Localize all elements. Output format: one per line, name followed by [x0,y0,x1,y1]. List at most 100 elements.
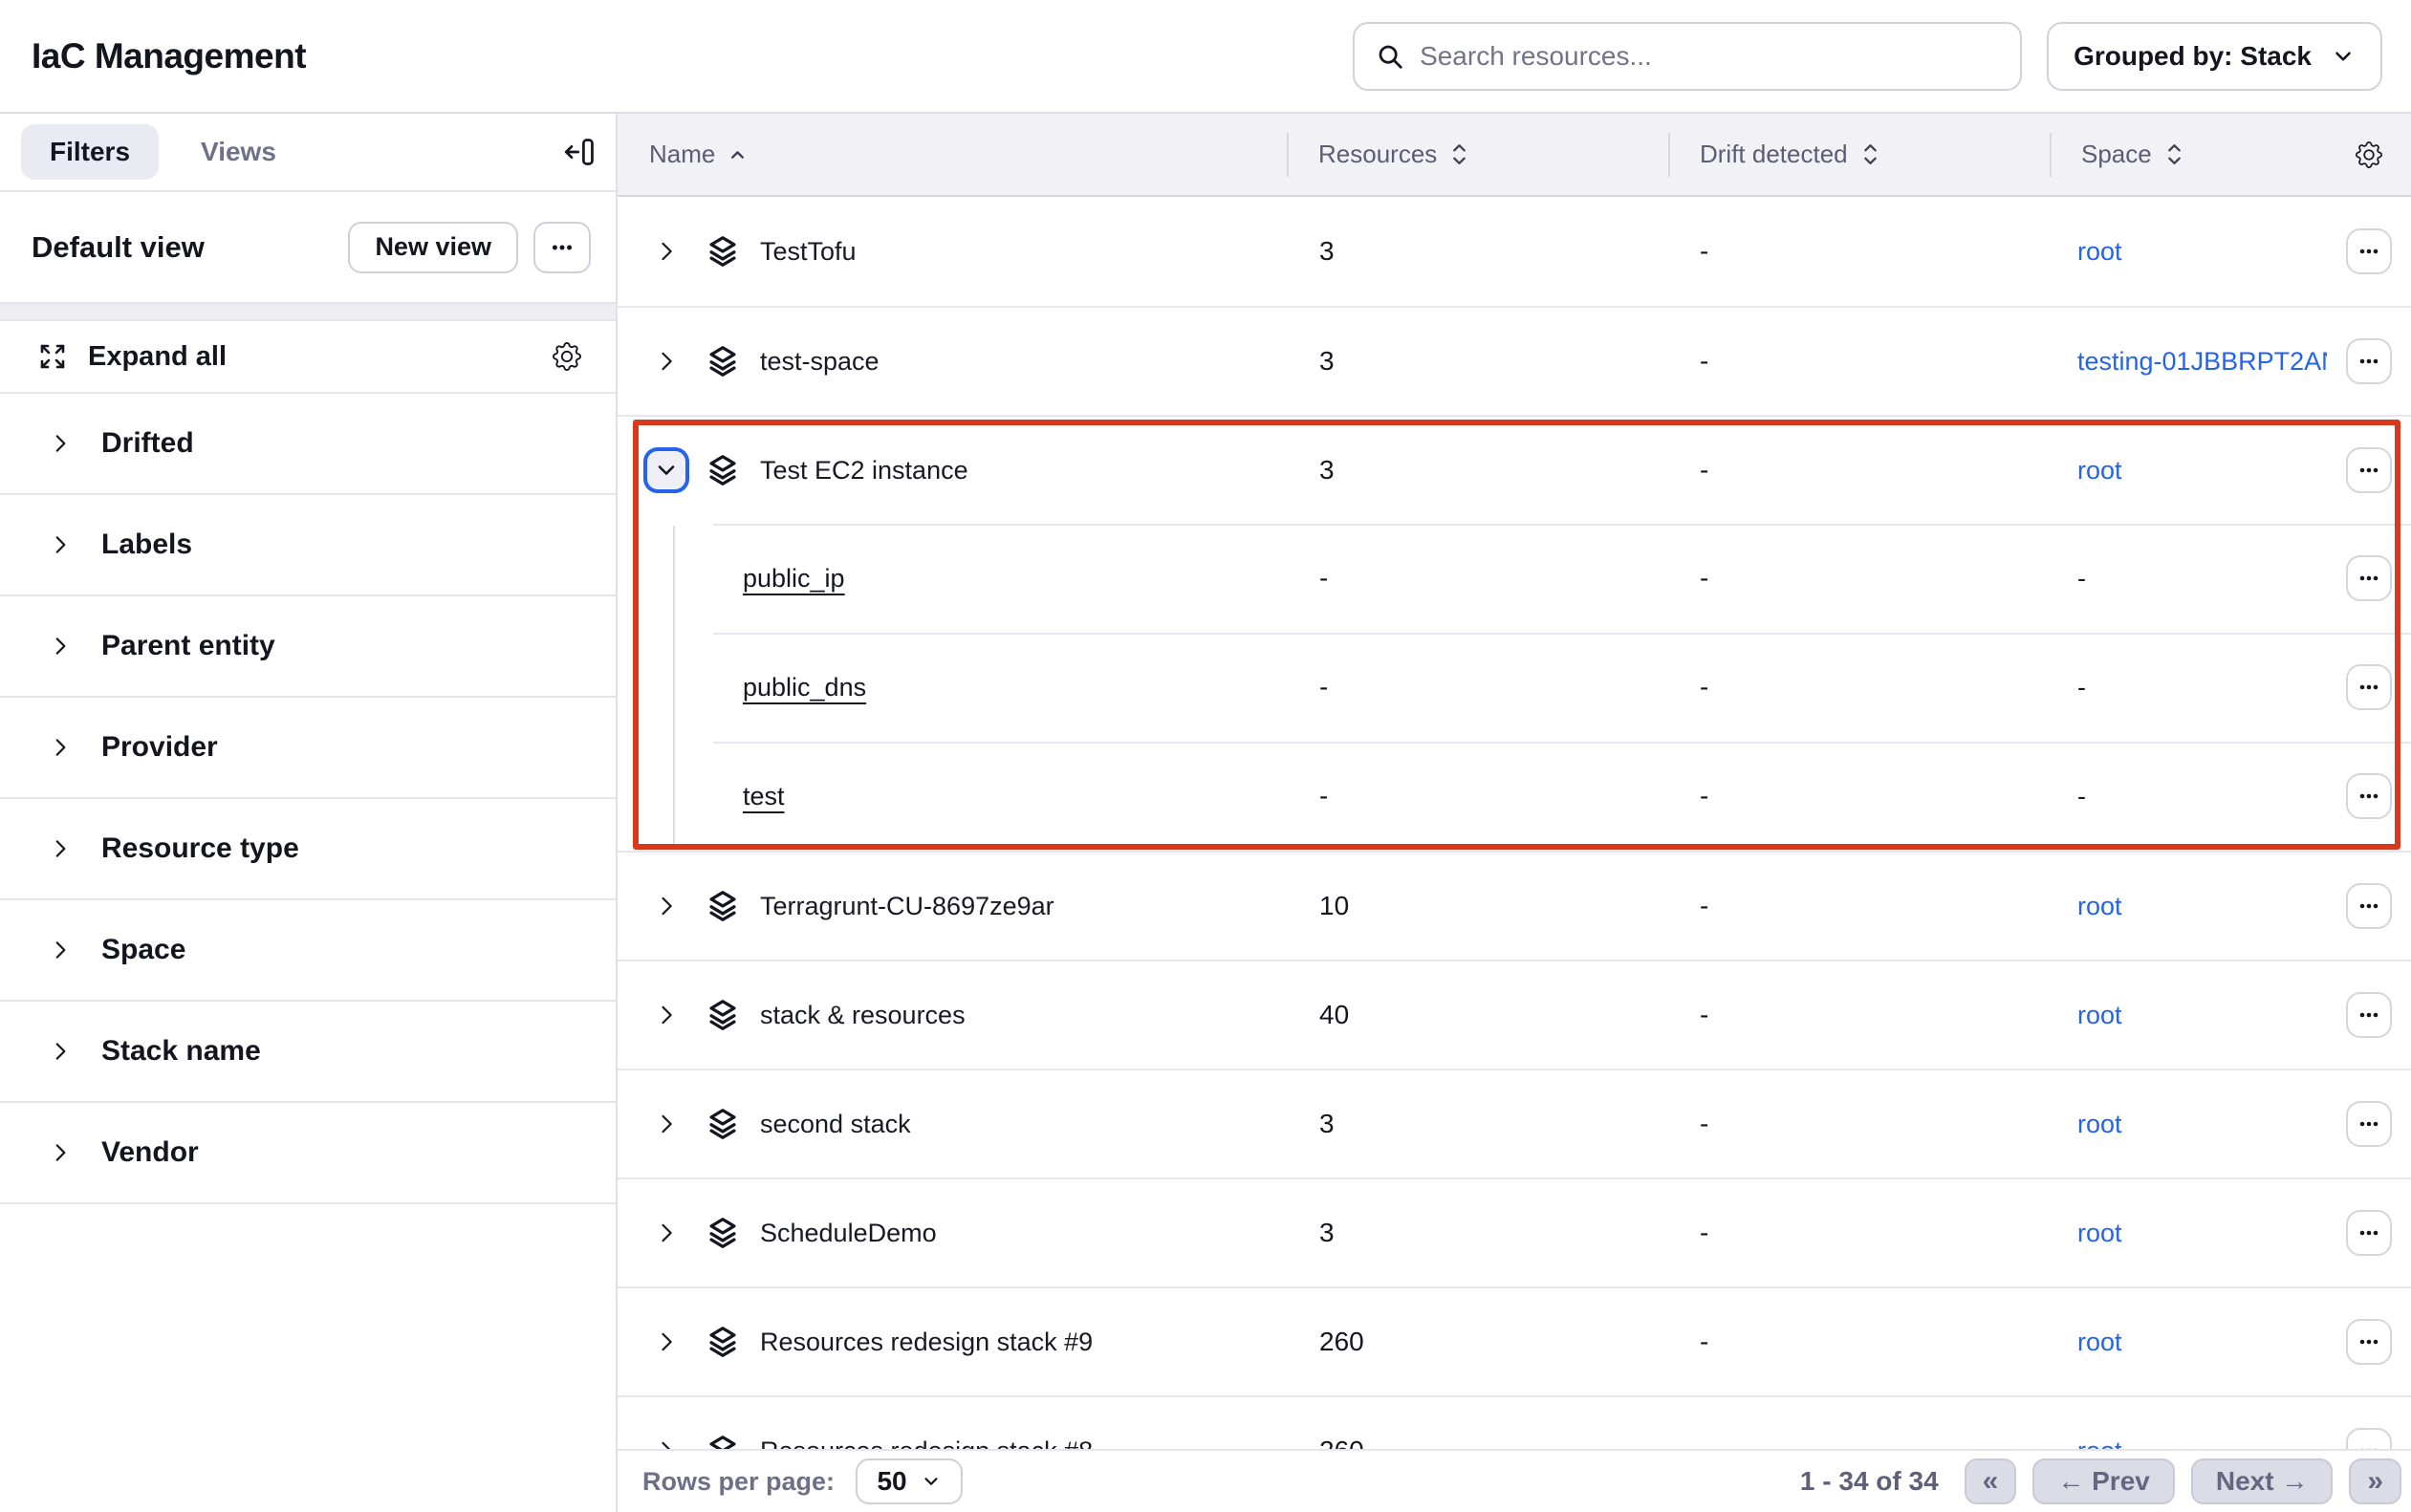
actions-cell [2327,447,2411,493]
row-expand-button[interactable] [643,1428,689,1449]
tree-indent-guide [673,526,675,845]
rows-per-page-select[interactable]: 50 [856,1458,963,1504]
row-more-button[interactable] [2346,555,2392,601]
space-link[interactable]: root [2077,892,2122,920]
filter-section-parent-entity[interactable]: Parent entity [0,596,616,698]
row-more-button[interactable] [2346,1101,2392,1147]
filter-label: Stack name [101,1035,261,1068]
space-cell: root [2050,1436,2327,1450]
name-cell: test [618,782,1287,811]
space-cell: root [2050,1110,2327,1139]
table-row: Resources redesign stack #8 260 - root [618,1395,2411,1449]
actions-cell [2327,1101,2411,1147]
space-link[interactable]: root [2077,1001,2122,1029]
actions-cell [2327,555,2411,601]
space-link[interactable]: root [2077,1110,2122,1138]
row-more-button[interactable] [2346,447,2392,493]
prev-page-button[interactable]: ← Prev [2032,1458,2175,1504]
table-row: test-space 3 - testing-01JBBRPT2AN [618,306,2411,415]
space-cell: - [2050,782,2327,811]
row-expand-button[interactable] [643,447,689,493]
space-cell: root [2050,892,2327,921]
resource-link[interactable]: test [743,782,785,811]
table-row: public_ip - - - [618,524,2411,633]
view-more-button[interactable] [533,222,591,273]
filter-section-drifted[interactable]: Drifted [0,394,616,495]
table-header: Name Resources Drift detected Space [618,114,2411,197]
row-more-button[interactable] [2346,228,2392,274]
row-expand-button[interactable] [643,228,689,274]
column-header-drift-detected[interactable]: Drift detected [1668,114,2050,195]
row-expand-button[interactable] [643,1319,689,1365]
last-page-button[interactable]: » [2349,1458,2401,1504]
column-header-space[interactable]: Space [2050,114,2327,195]
chevron-right-icon [653,1220,680,1246]
collapse-sidebar-button[interactable] [564,136,597,168]
resource-link[interactable]: public_dns [743,673,866,702]
resources-cell: 3 [1287,236,1668,267]
row-more-button[interactable] [2346,664,2392,710]
row-expand-button[interactable] [643,1101,689,1147]
space-link[interactable]: root [2077,1219,2122,1247]
row-more-button[interactable] [2346,1319,2392,1365]
filter-section-space[interactable]: Space [0,900,616,1002]
drift-cell: - [1668,781,2050,811]
table-row: ScheduleDemo 3 - root [618,1177,2411,1286]
space-link[interactable]: testing-01JBBRPT2AN [2077,347,2327,376]
chevron-right-icon [48,735,73,760]
row-more-button[interactable] [2346,883,2392,929]
space-link[interactable]: root [2077,1328,2122,1356]
filters-settings-button[interactable] [553,342,581,371]
grouped-by-button[interactable]: Grouped by: Stack [2047,22,2382,91]
row-expand-button[interactable] [643,1210,689,1256]
space-link[interactable]: root [2077,237,2122,266]
gear-icon [2356,141,2382,168]
first-page-button[interactable]: « [1965,1458,2017,1504]
actions-cell [2327,664,2411,710]
chevron-right-icon [48,938,73,962]
row-expand-button[interactable] [643,883,689,929]
search-input[interactable] [1420,41,1999,72]
space-link[interactable]: root [2077,456,2122,485]
row-more-button[interactable] [2346,992,2392,1038]
space-empty-value: - [2077,564,2086,593]
tab-views[interactable]: Views [172,124,305,180]
stack-icon [705,343,741,379]
space-link[interactable]: root [2077,1436,2122,1450]
chevron-right-icon [653,1328,680,1355]
resource-link[interactable]: public_ip [743,564,845,594]
expand-all-button[interactable]: Expand all [38,341,227,373]
row-more-button[interactable] [2346,1428,2392,1449]
column-header-name[interactable]: Name [618,114,1287,195]
column-header-resources[interactable]: Resources [1287,114,1668,195]
name-cell: public_dns [618,673,1287,702]
filter-section-vendor[interactable]: Vendor [0,1103,616,1204]
stack-icon [705,1215,741,1251]
column-settings-button[interactable] [2327,114,2411,195]
actions-cell [2327,1210,2411,1256]
actions-cell [2327,338,2411,384]
row-expand-button[interactable] [643,992,689,1038]
row-more-button[interactable] [2346,338,2392,384]
filter-section-provider[interactable]: Provider [0,698,616,799]
row-more-button[interactable] [2346,773,2392,819]
stack-icon [705,233,741,270]
filter-section-stack-name[interactable]: Stack name [0,1002,616,1103]
table-row: Resources redesign stack #9 260 - root [618,1286,2411,1395]
expand-all-row: Expand all [0,319,616,394]
tab-filters[interactable]: Filters [21,124,159,180]
row-more-button[interactable] [2346,1210,2392,1256]
resources-cell: 10 [1287,891,1668,921]
filter-section-labels[interactable]: Labels [0,495,616,596]
filter-section-resource-type[interactable]: Resource type [0,799,616,900]
search-box[interactable] [1353,22,2022,91]
row-expand-button[interactable] [643,338,689,384]
next-page-button[interactable]: Next → [2191,1458,2333,1504]
drift-cell: - [1668,1218,2050,1248]
chevron-right-icon [48,532,73,557]
resources-cell: - [1287,672,1668,702]
new-view-button[interactable]: New view [348,222,518,273]
name-cell: public_ip [618,564,1287,594]
sidebar: Filters Views Default view New view Expa… [0,114,618,1512]
ellipsis-icon [2357,785,2380,808]
